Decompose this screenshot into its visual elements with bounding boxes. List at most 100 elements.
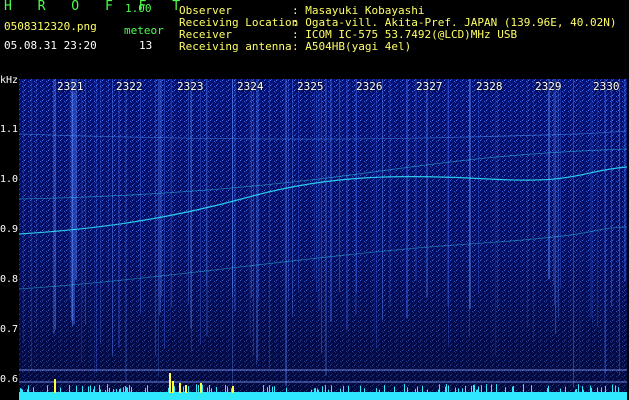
vertical-streak <box>100 79 101 344</box>
level-spike <box>174 386 175 392</box>
vertical-streak <box>81 79 82 363</box>
event-count: 13 <box>139 39 153 52</box>
level-spike <box>348 388 349 392</box>
level-spike <box>458 388 459 392</box>
vertical-streak <box>346 79 348 330</box>
vertical-streak <box>170 79 171 336</box>
level-spike <box>209 385 210 392</box>
level-spike <box>331 385 332 392</box>
level-spike <box>183 386 184 392</box>
app-title: H R O F F T <box>4 0 190 14</box>
vertical-streak <box>53 79 55 334</box>
level-spike <box>317 388 318 392</box>
level-spike <box>100 389 101 392</box>
vertical-streak <box>258 79 259 299</box>
level-spike <box>560 388 561 392</box>
level-spike <box>340 388 341 392</box>
level-spike <box>618 387 619 392</box>
level-spike <box>116 389 117 392</box>
level-spike <box>486 384 487 392</box>
level-spike <box>188 386 189 392</box>
level-spike <box>196 384 197 392</box>
vertical-streak <box>108 79 109 292</box>
level-spike <box>415 388 416 392</box>
level-spike <box>462 388 463 392</box>
vertical-streak <box>23 79 24 344</box>
level-spike <box>315 387 316 392</box>
level-spike <box>20 388 21 392</box>
level-spike <box>394 386 395 392</box>
level-spike <box>474 384 475 392</box>
level-spike <box>343 389 344 392</box>
level-spike <box>322 386 323 392</box>
level-spike <box>126 387 127 392</box>
vertical-streak <box>36 79 37 328</box>
level-spike <box>548 388 549 392</box>
level-spike <box>605 385 606 392</box>
level-spike <box>513 385 514 392</box>
vertical-streak <box>292 79 293 317</box>
level-spike <box>27 389 28 392</box>
vertical-streak <box>389 79 391 307</box>
time-tick-label: 2323 <box>177 80 204 93</box>
level-spike <box>125 385 126 392</box>
level-spike <box>231 388 232 392</box>
vertical-streak <box>72 79 73 327</box>
vertical-streak <box>590 79 592 318</box>
level-spike <box>109 387 110 392</box>
meteor-spike <box>200 383 202 393</box>
vertical-streak <box>200 79 201 345</box>
vertical-streak <box>69 79 71 300</box>
level-spike <box>439 384 440 392</box>
level-spike <box>376 388 377 392</box>
level-spike <box>565 386 566 392</box>
vertical-streak <box>288 79 289 300</box>
level-spike <box>120 388 121 392</box>
vertical-streak <box>164 79 165 349</box>
info-value-antenna: : A504HB(yagi 4el) <box>292 40 412 53</box>
level-spike <box>22 389 23 392</box>
vertical-streak <box>604 79 605 382</box>
time-tick-label: 2329 <box>535 80 562 93</box>
vertical-streak <box>339 79 340 293</box>
vertical-streak <box>234 79 236 312</box>
image-filename: 0508312320.png <box>4 20 97 33</box>
level-spike <box>168 387 169 392</box>
level-spike <box>69 385 70 392</box>
frequency-tick-label: 0.9 <box>0 224 19 235</box>
level-spike <box>129 384 130 392</box>
level-spike <box>601 387 602 392</box>
level-spike <box>21 388 22 392</box>
vertical-streak <box>406 79 408 319</box>
level-spike <box>496 385 497 392</box>
spectrogram[interactable] <box>19 79 627 400</box>
signal-level-bar <box>19 392 627 400</box>
frequency-tick-label: 0.8 <box>0 274 19 285</box>
level-spike <box>93 389 94 392</box>
level-spike <box>364 388 365 392</box>
level-spike <box>547 387 548 392</box>
level-spike <box>512 386 513 392</box>
vertical-streak <box>376 79 377 349</box>
time-tick-label: 2322 <box>116 80 143 93</box>
level-spike <box>615 388 616 392</box>
info-label-antenna: Receiving antenna <box>179 40 292 53</box>
vertical-streak <box>330 79 332 322</box>
level-spike <box>147 388 148 392</box>
meteor-spike <box>169 373 171 393</box>
vertical-streak <box>316 79 317 292</box>
meteor-spike <box>185 385 187 393</box>
level-spike <box>471 385 472 392</box>
level-spike <box>90 385 91 392</box>
vertical-streak <box>31 79 32 371</box>
vertical-streak <box>558 79 559 319</box>
level-spike <box>286 387 287 392</box>
level-spike <box>105 389 106 392</box>
level-spike <box>448 385 449 392</box>
level-spike <box>269 385 270 392</box>
vertical-streak <box>155 79 156 356</box>
vertical-streak <box>527 79 528 328</box>
level-spike <box>216 386 217 392</box>
vertical-streak <box>249 79 251 337</box>
level-spike <box>417 386 418 392</box>
